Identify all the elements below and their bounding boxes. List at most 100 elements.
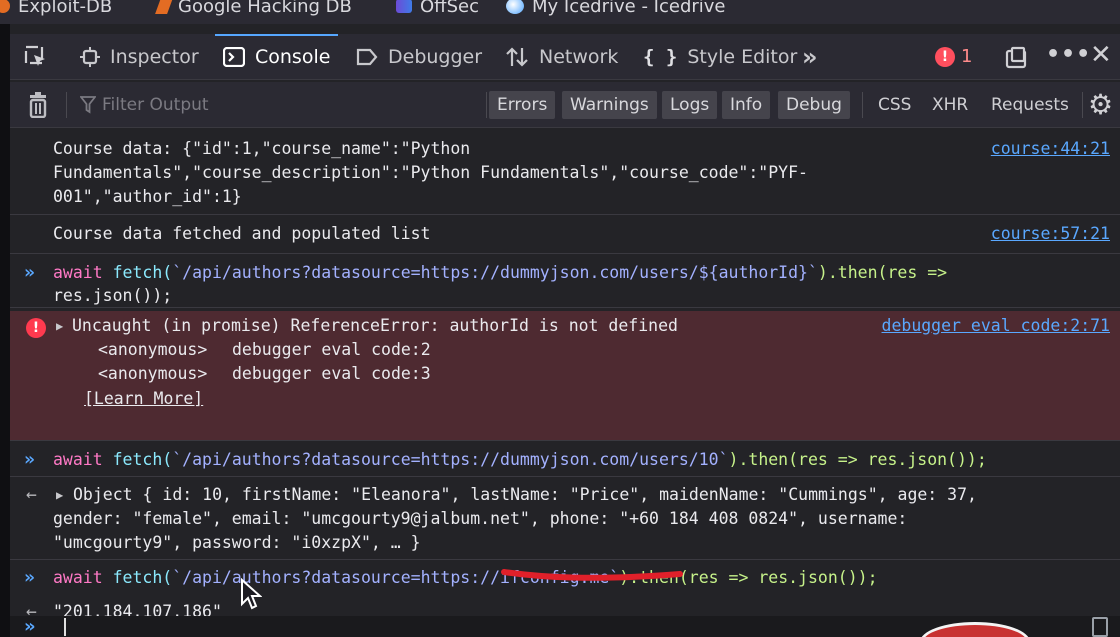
inspector-icon [80,47,100,67]
command-text: await fetch(`/api/authors?datasource=htt… [53,566,878,590]
log-message-fetched: Course data fetched and populated list c… [10,219,1120,254]
tab-console[interactable]: Console [214,34,339,80]
bookmark-label: My Icedrive - Icedrive [532,0,726,17]
error-count: 1 [961,46,973,67]
filter-placeholder: Filter Output [102,95,209,115]
trash-icon[interactable] [28,92,48,122]
function-name: fetch( [112,450,173,469]
console-filter-bar: Filter Output Errors Warnings Logs Info … [10,82,1120,128]
object-preview: "umcgourty9", password: "i0xzpX", … } [53,533,421,552]
object-preview: gender: "female", email: "umcgourty9@jal… [53,509,908,528]
filter-output-input[interactable]: Filter Output [80,91,480,119]
code-rest: ).then(res => [817,263,948,282]
stack-frame-name: <anonymous> [98,340,208,359]
error-icon: ! [26,318,46,338]
result-object: ← ▶ Object { id: 10, firstName: "Eleanor… [10,480,1120,560]
source-link[interactable]: debugger eval code:2:71 [882,314,1110,338]
settings-gear-icon[interactable]: ⚙ [1088,88,1113,121]
divider [1082,92,1083,118]
bookmarks-bar: Exploit-DB Google Hacking DB OffSec My I… [0,0,1120,24]
log-text: Fundamentals","course_description":"Pyth… [53,163,808,182]
error-text: Uncaught (in promise) ReferenceError: au… [72,316,678,335]
expand-triangle-icon[interactable]: ▶ [56,314,63,338]
exploit-db-icon [0,0,10,13]
bookmark-exploit-db[interactable]: Exploit-DB [0,0,112,18]
expand-triangle-icon[interactable]: ▶ [56,483,63,507]
filter-errors-button[interactable]: Errors [489,91,556,119]
console-output: Course data: {"id":1,"course_name":"Pyth… [10,129,1120,622]
function-name: fetch( [112,263,173,282]
learn-more-link[interactable]: [Learn More] [84,387,203,411]
filter-label: Errors [497,95,548,115]
command-text: await fetch(`/api/authors?datasource=htt… [53,261,947,285]
filter-warnings-button[interactable]: Warnings [562,91,657,119]
command-text: res.json()); [53,286,173,305]
tab-style-editor[interactable]: { } Style Editor [643,34,797,80]
element-picker-icon[interactable] [24,45,48,73]
dock-icon[interactable] [1004,46,1028,75]
filter-label: CSS [878,95,912,115]
template-string: `/api/authors?datasource=https://dummyjs… [172,450,729,469]
command-text: await fetch(`/api/authors?datasource=htt… [53,448,987,472]
keyword: await [53,450,103,469]
bookmark-label: Google Hacking DB [178,0,352,17]
keyword: await [53,568,103,587]
window-edge [0,24,10,637]
source-link[interactable]: course:57:21 [991,222,1110,246]
log-message-course-data: Course data: {"id":1,"course_name":"Pyth… [10,137,1120,215]
network-icon [506,47,528,67]
filter-logs-button[interactable]: Logs [662,91,718,119]
funnel-icon [80,96,96,114]
filter-label: Warnings [570,95,649,115]
offsec-icon [396,0,412,13]
bookmark-offsec[interactable]: OffSec [396,0,479,18]
tab-label: Debugger [388,46,483,68]
keyword: await [53,263,103,282]
console-icon [223,47,245,67]
tab-inspector[interactable]: Inspector [80,34,199,80]
filter-requests-button[interactable]: Requests [991,91,1069,119]
bookmark-label: OffSec [420,0,479,17]
braces-icon: { } [643,46,678,68]
error-message: ! ▶ Uncaught (in promise) ReferenceError… [10,311,1120,441]
log-text: 001","author_id":1} [53,187,242,206]
filter-css-button[interactable]: CSS [878,91,911,119]
bookmark-icedrive[interactable]: My Icedrive - Icedrive [506,0,726,18]
mouse-cursor-icon [241,578,262,610]
stack-frame-link[interactable]: debugger eval code:2 [232,338,431,362]
prompt-icon: » [24,449,35,470]
filter-label: Requests [991,95,1069,115]
filter-debug-button[interactable]: Debug [778,91,850,119]
bookmark-google-hacking-db[interactable]: Google Hacking DB [155,0,352,18]
prompt-icon: » [24,567,35,588]
tab-label: Inspector [110,46,199,68]
more-options-icon[interactable]: ••• [1046,42,1091,67]
stack-frame-name: <anonymous> [98,364,208,383]
filter-info-button[interactable]: Info [722,91,771,119]
tab-label: Network [539,46,619,68]
more-tabs-button[interactable]: » [802,34,818,80]
template-string: `/api/authors?datasource=https://dummyjs… [172,263,818,282]
command-entry-1: » await fetch(`/api/authors?datasource=h… [10,257,1120,308]
divider [486,92,487,118]
sidebar-toggle-icon[interactable] [1092,617,1108,637]
object-preview: Object { id: 10, firstName: "Eleanora", … [73,485,977,504]
filter-label: XHR [932,95,969,115]
error-count-badge[interactable]: ! 1 [935,46,972,67]
filter-xhr-button[interactable]: XHR [932,91,968,119]
tab-network[interactable]: Network [505,34,618,80]
bookmark-label: Exploit-DB [18,0,113,17]
chevron-double-icon: » [802,43,818,71]
tab-label: Style Editor [687,46,798,68]
prompt-icon: » [24,262,35,283]
tab-label: Console [255,46,331,68]
divider [862,92,863,118]
tab-debugger[interactable]: Debugger [356,34,482,80]
source-link[interactable]: course:44:21 [991,137,1110,161]
function-name: fetch( [112,568,173,587]
stack-frame-link[interactable]: debugger eval code:3 [232,362,431,386]
close-icon[interactable]: ✕ [1090,40,1112,70]
devtools-tabbar: Inspector Console Debugger Network { } S… [10,34,1120,80]
filter-label: Logs [670,95,710,115]
filter-label: Debug [786,95,842,115]
